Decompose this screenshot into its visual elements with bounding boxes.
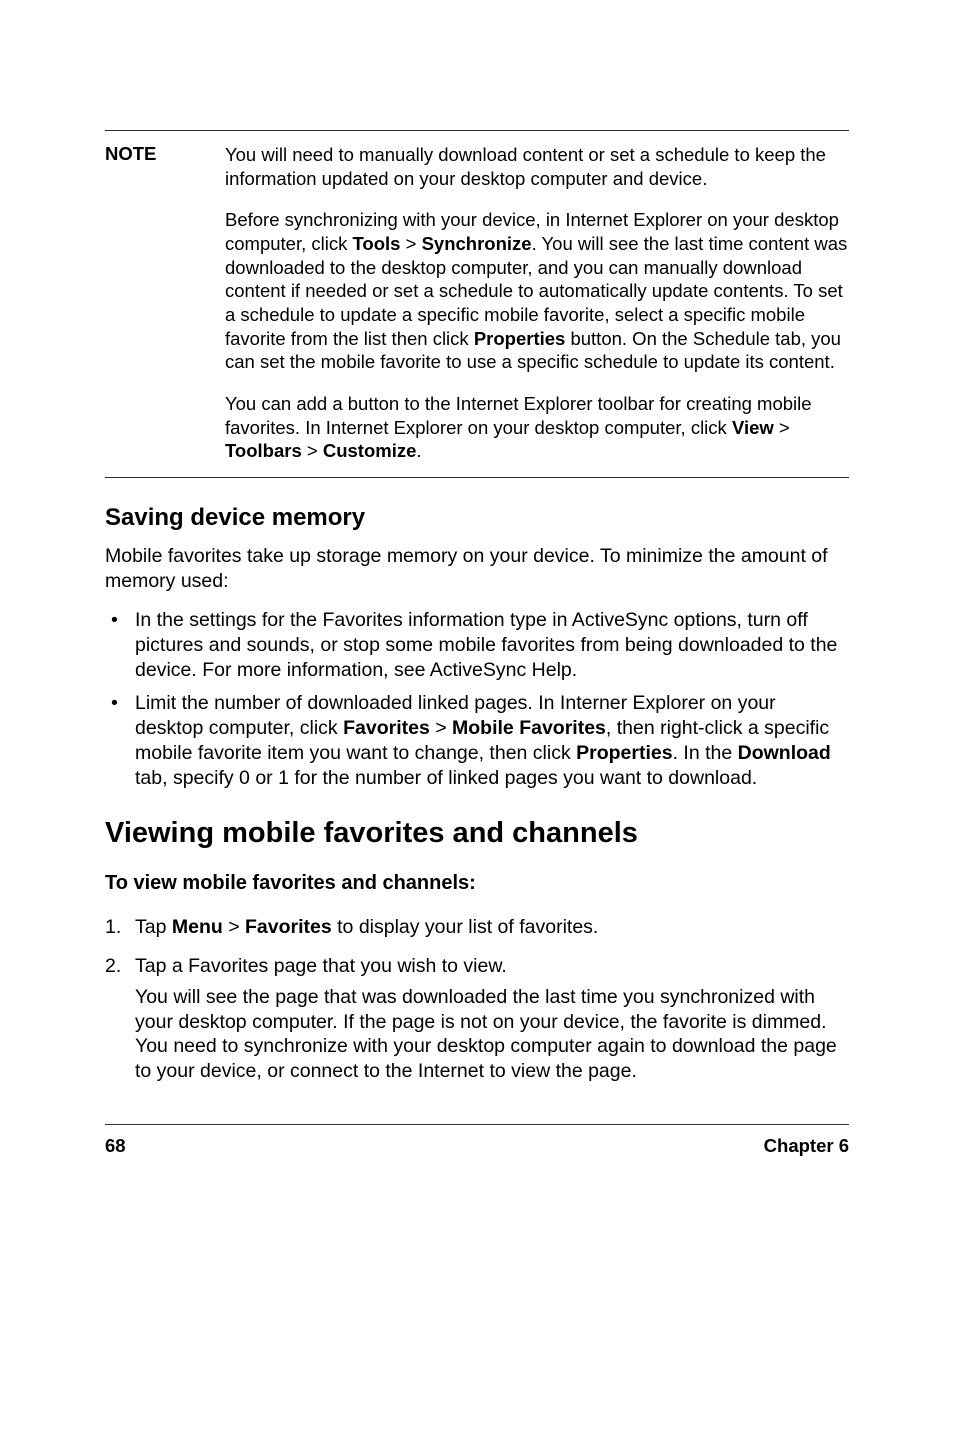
view-label: View (732, 417, 774, 438)
text: > (302, 440, 323, 461)
properties-label: Properties (576, 742, 672, 764)
chapter-label: Chapter 6 (764, 1135, 849, 1157)
page-footer: 68 Chapter 6 (105, 1124, 849, 1157)
note-para-2: Before synchronizing with your device, i… (225, 208, 849, 374)
text: Tap a Favorites page that you wish to vi… (135, 955, 507, 977)
text: > (223, 916, 245, 938)
customize-label: Customize (323, 440, 417, 461)
steps-list: Tap Menu > Favorites to display your lis… (105, 915, 849, 1085)
note-block: NOTE You will need to manually download … (105, 130, 849, 478)
favorites-label: Favorites (343, 717, 430, 739)
text: . (416, 440, 421, 461)
text: > (400, 233, 421, 254)
text: > (774, 417, 790, 438)
note-body: You will need to manually download conte… (225, 143, 849, 463)
text: > (430, 717, 452, 739)
viewing-heading: Viewing mobile favorites and channels (105, 817, 849, 850)
toolbars-label: Toolbars (225, 440, 302, 461)
note-label: NOTE (105, 143, 225, 165)
note-para-3: You can add a button to the Internet Exp… (225, 392, 849, 463)
menu-label: Menu (172, 916, 223, 938)
text: tab, specify 0 or 1 for the number of li… (135, 767, 757, 789)
text: You can add a button to the Internet Exp… (225, 393, 812, 438)
text: . In the (673, 742, 738, 764)
favorites-label: Favorites (245, 916, 332, 938)
tools-label: Tools (353, 233, 401, 254)
step-1: Tap Menu > Favorites to display your lis… (105, 915, 849, 940)
saving-heading: Saving device memory (105, 504, 849, 532)
download-label: Download (738, 742, 831, 764)
list-item: Limit the number of downloaded linked pa… (105, 691, 849, 791)
saving-bullets: In the settings for the Favorites inform… (105, 608, 849, 791)
page-number: 68 (105, 1135, 126, 1157)
synchronize-label: Synchronize (422, 233, 532, 254)
step-2-body: You will see the page that was downloade… (135, 985, 849, 1085)
mobile-favorites-label: Mobile Favorites (452, 717, 606, 739)
step-2: Tap a Favorites page that you wish to vi… (105, 954, 849, 1085)
properties-label: Properties (474, 328, 566, 349)
viewing-subheading: To view mobile favorites and channels: (105, 872, 849, 895)
note-para-1: You will need to manually download conte… (225, 143, 849, 190)
saving-intro: Mobile favorites take up storage memory … (105, 544, 849, 594)
list-item: In the settings for the Favorites inform… (105, 608, 849, 683)
text: to display your list of favorites. (332, 916, 599, 938)
text: Tap (135, 916, 172, 938)
